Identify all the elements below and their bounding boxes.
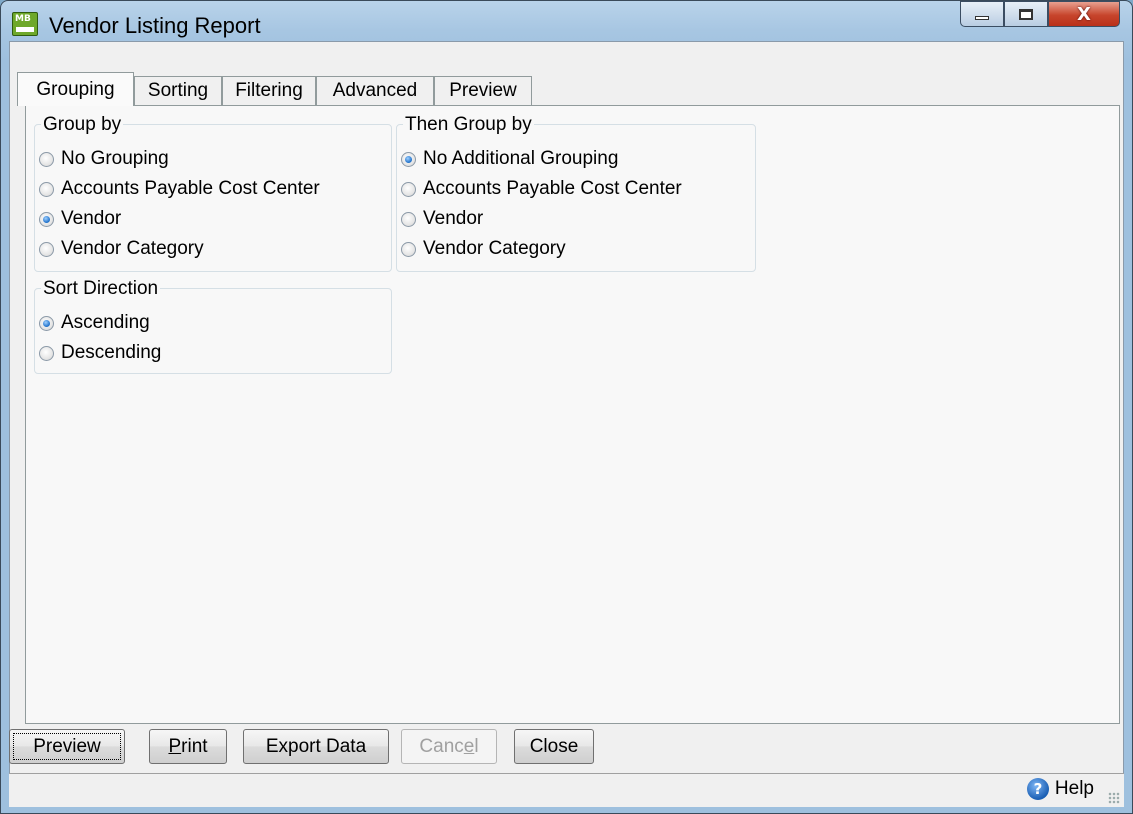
radio-selected-icon (39, 211, 54, 227)
then-group-by-legend: Then Group by (403, 114, 534, 136)
maximize-button[interactable] (1004, 1, 1048, 27)
radio-icon (39, 181, 54, 197)
help-label: Help (1054, 778, 1094, 799)
radio-icon (39, 345, 54, 361)
radio-icon (401, 181, 416, 197)
sort-direction-group: Sort Direction Ascending Descending (34, 278, 392, 374)
then-group-by-vendor-radio[interactable]: Vendor (401, 207, 483, 231)
radio-icon (401, 241, 416, 257)
app-icon: MB (12, 12, 38, 36)
print-button[interactable]: Print (149, 729, 227, 764)
then-group-by-vendor-category-radio[interactable]: Vendor Category (401, 237, 566, 261)
radio-selected-icon (401, 151, 416, 167)
grouping-tab-panel: Group by No Grouping Accounts Payable Co… (25, 105, 1120, 724)
tab-preview[interactable]: Preview (434, 76, 532, 105)
close-button[interactable]: Close (514, 729, 594, 764)
sort-descending-radio[interactable]: Descending (39, 341, 161, 365)
window-title: Vendor Listing Report (49, 13, 261, 38)
minimize-button[interactable] (960, 1, 1004, 27)
export-data-button[interactable]: Export Data (243, 729, 389, 764)
preview-button[interactable]: Preview (9, 729, 125, 764)
then-group-by-no-additional-radio[interactable]: No Additional Grouping (401, 147, 618, 171)
radio-selected-icon (39, 315, 54, 331)
app-icon-text: MB (15, 14, 31, 24)
maximize-icon (1019, 8, 1033, 20)
then-group-by-group: Then Group by No Additional Grouping Acc… (396, 114, 756, 272)
sort-direction-legend: Sort Direction (41, 278, 161, 300)
radio-icon (39, 241, 54, 257)
help-icon: ? (1026, 778, 1049, 800)
tab-advanced[interactable]: Advanced (316, 76, 434, 105)
tab-sorting[interactable]: Sorting (134, 76, 222, 105)
radio-icon (401, 211, 416, 227)
group-by-ap-cost-center-radio[interactable]: Accounts Payable Cost Center (39, 177, 320, 201)
status-bar: ? Help (9, 773, 1124, 807)
group-by-group: Group by No Grouping Accounts Payable Co… (34, 114, 392, 272)
cancel-button[interactable]: Canc e l (401, 729, 497, 764)
resize-grip-icon[interactable] (1108, 792, 1120, 804)
tab-grouping[interactable]: Grouping (17, 72, 134, 106)
group-by-vendor-radio[interactable]: Vendor (39, 207, 121, 231)
sort-ascending-radio[interactable]: Ascending (39, 311, 150, 335)
radio-icon (39, 151, 54, 167)
window-controls: X (960, 1, 1120, 27)
report-window: MB Vendor Listing Report X Grouping Sort… (0, 0, 1133, 814)
title-bar[interactable]: MB Vendor Listing Report X (1, 1, 1132, 41)
help-link[interactable]: ? Help (1026, 778, 1094, 800)
group-by-no-grouping-radio[interactable]: No Grouping (39, 147, 169, 171)
group-by-vendor-category-radio[interactable]: Vendor Category (39, 237, 204, 261)
tab-filtering[interactable]: Filtering (222, 76, 316, 105)
group-by-legend: Group by (41, 114, 124, 136)
then-group-by-ap-cost-center-radio[interactable]: Accounts Payable Cost Center (401, 177, 682, 201)
close-icon: X (1077, 3, 1091, 25)
close-window-button[interactable]: X (1048, 1, 1120, 27)
minimize-icon (975, 16, 989, 20)
